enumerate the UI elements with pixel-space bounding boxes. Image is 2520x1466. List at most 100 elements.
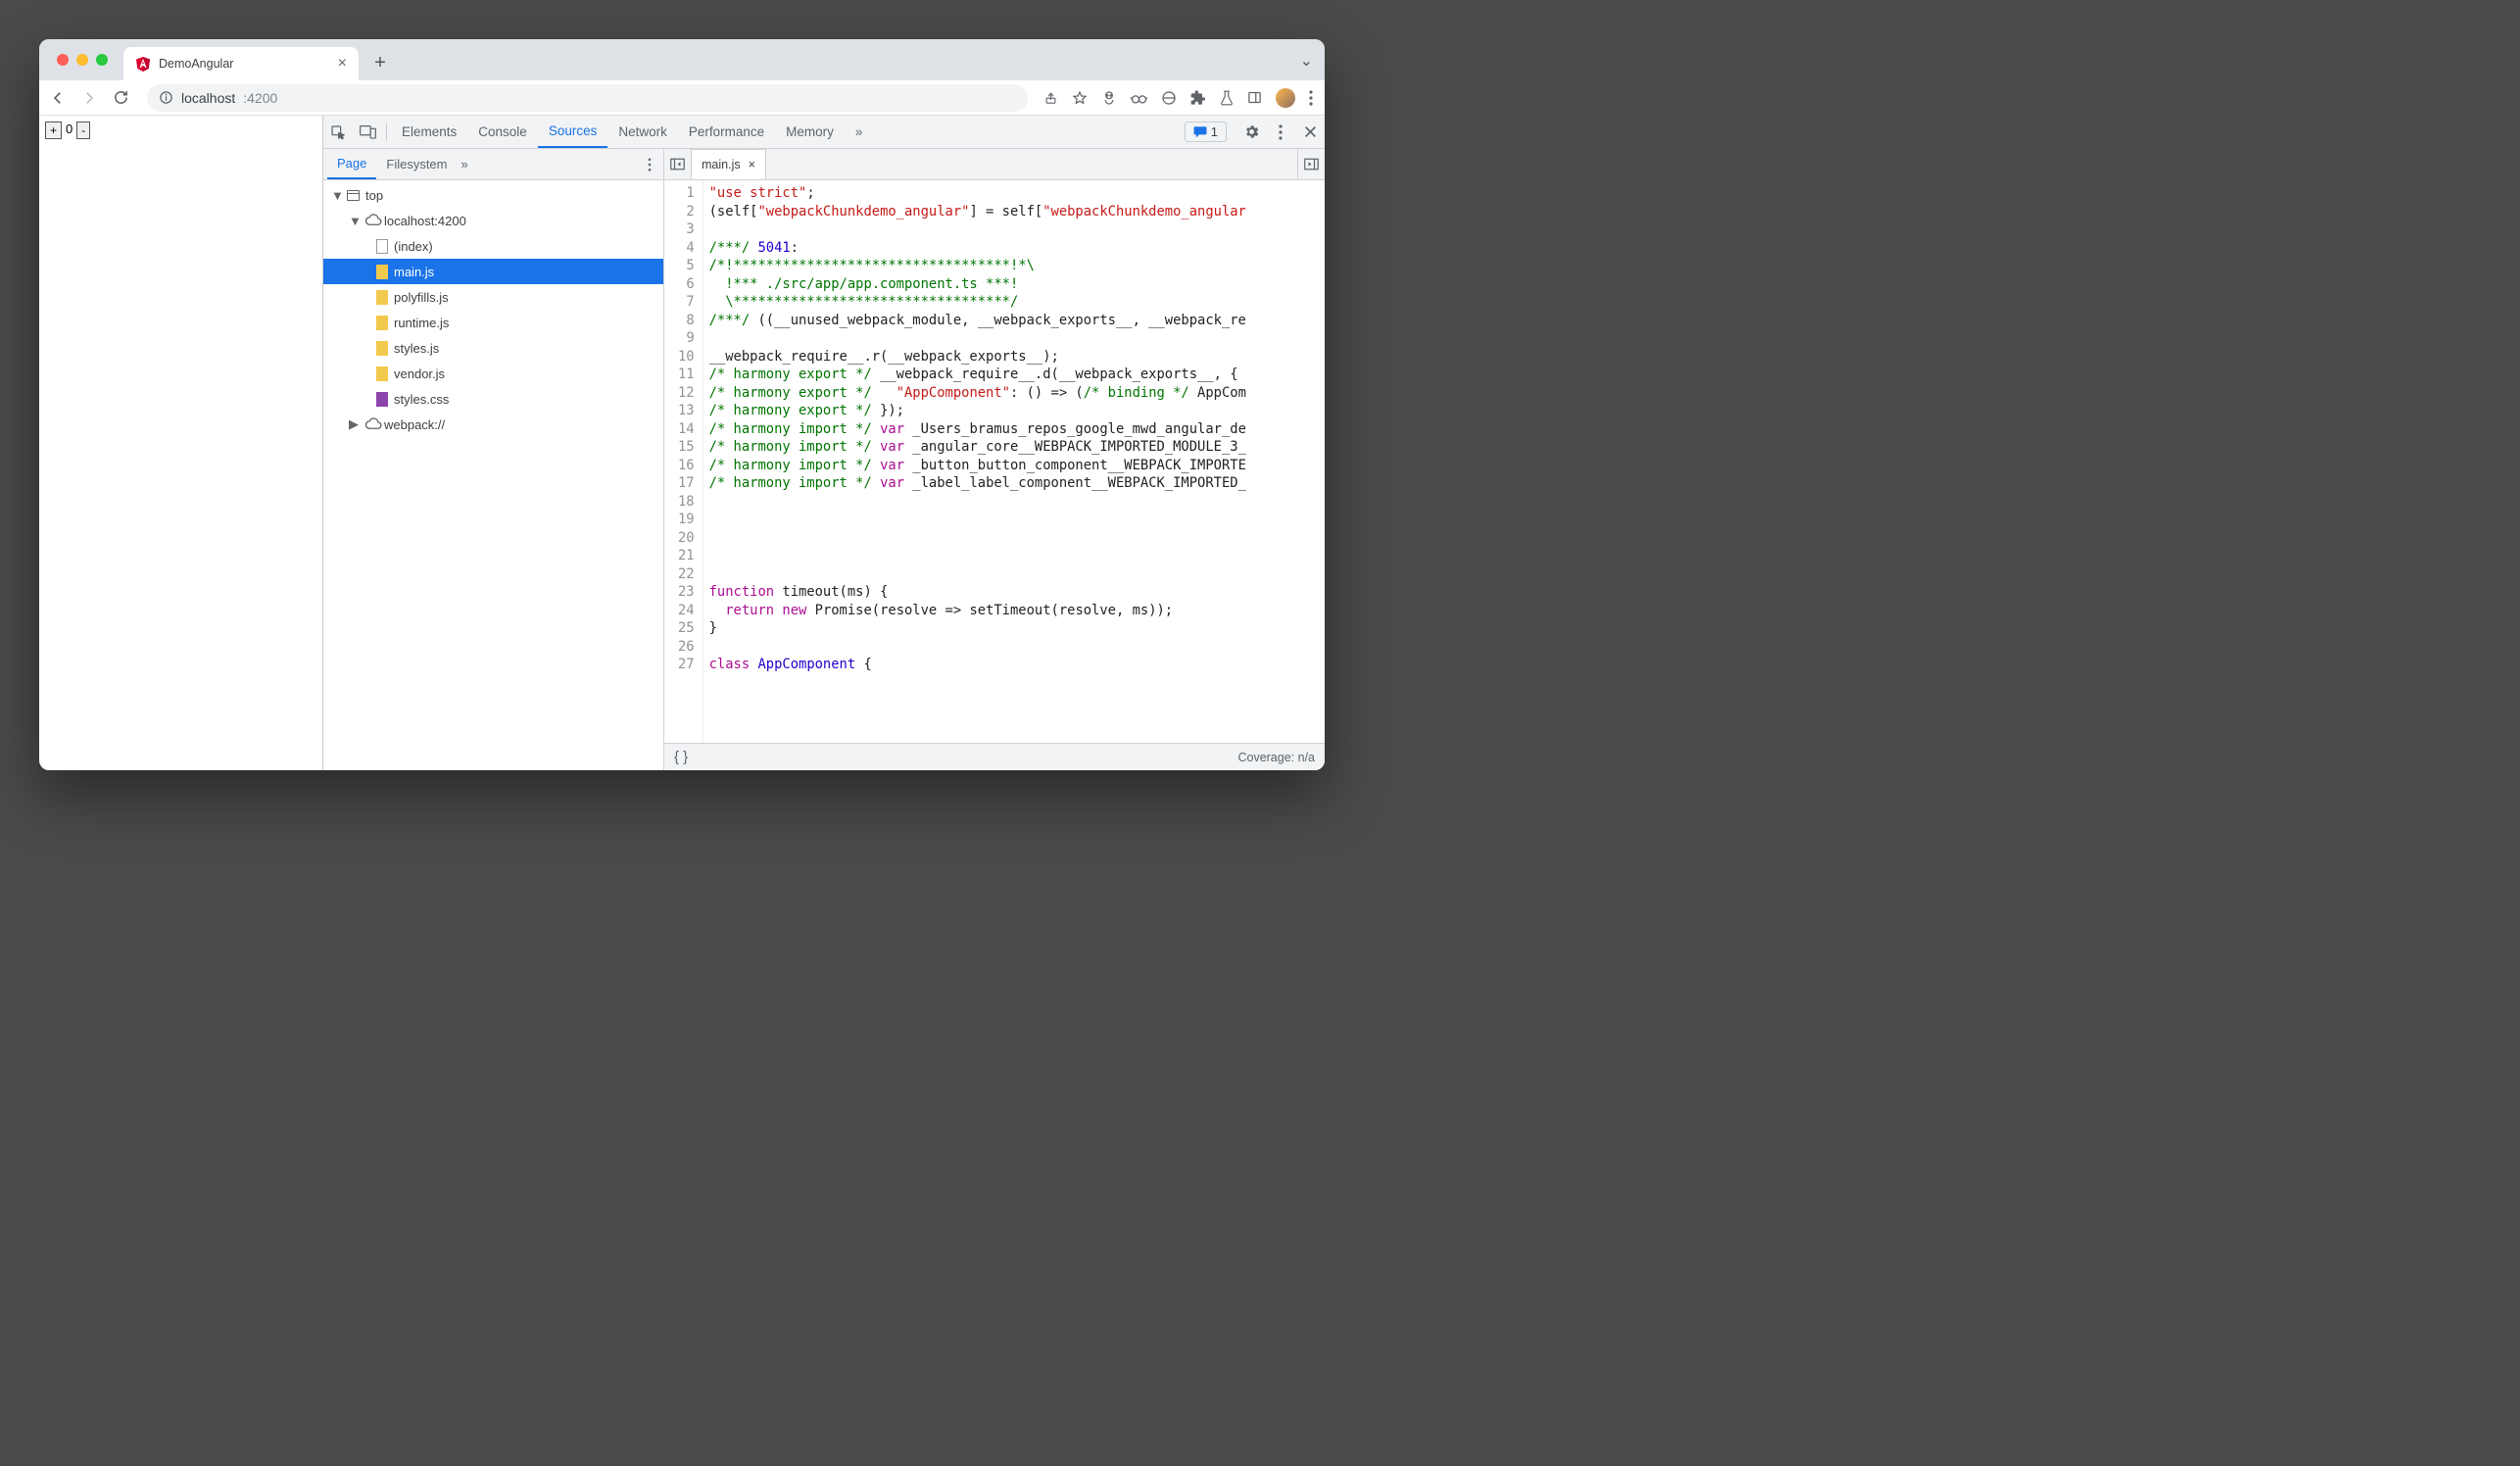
share-icon[interactable] <box>1043 90 1058 105</box>
tab-elements[interactable]: Elements <box>391 116 467 148</box>
separator <box>386 123 387 141</box>
tab-network[interactable]: Network <box>607 116 678 148</box>
url-port: :4200 <box>243 90 277 106</box>
issues-button[interactable]: 1 <box>1185 122 1227 142</box>
tree-file-main[interactable]: main.js <box>323 259 663 284</box>
editor-panel: main.js × 1 2 3 4 5 6 7 8 9 10 11 12 13 … <box>664 149 1325 770</box>
cloud-icon <box>364 213 378 228</box>
counter-value: 0 <box>64 122 74 136</box>
forward-button[interactable] <box>78 89 100 107</box>
file-tree: ▼ top ▼ localhost:4200 (index) <box>323 180 663 770</box>
maximize-window-button[interactable] <box>96 54 108 66</box>
inspect-element-icon[interactable] <box>323 116 353 148</box>
nav-tab-page[interactable]: Page <box>327 149 376 179</box>
tree-top[interactable]: ▼ top <box>323 182 663 208</box>
browser-menu-icon[interactable] <box>1309 90 1313 106</box>
js-file-icon <box>376 366 388 381</box>
tree-label: (index) <box>394 239 433 254</box>
js-file-icon <box>376 265 388 279</box>
code-editor[interactable]: 1 2 3 4 5 6 7 8 9 10 11 12 13 14 15 16 1… <box>664 180 1325 743</box>
devtools-menu-icon[interactable] <box>1266 116 1295 148</box>
angular-icon <box>135 56 151 72</box>
tab-console[interactable]: Console <box>467 116 538 148</box>
tree-file-runtime[interactable]: runtime.js <box>323 310 663 335</box>
sources-body: Page Filesystem » ▼ top <box>323 149 1325 770</box>
tab-sources[interactable]: Sources <box>538 116 608 148</box>
close-tab-icon[interactable]: × <box>338 55 347 73</box>
frame-icon <box>347 190 360 201</box>
collapse-navigator-icon[interactable] <box>664 149 692 179</box>
navigator-panel: Page Filesystem » ▼ top <box>323 149 664 770</box>
close-editor-tab-icon[interactable]: × <box>749 158 755 171</box>
tree-webpack[interactable]: ▶ webpack:// <box>323 412 663 437</box>
tab-performance[interactable]: Performance <box>678 116 775 148</box>
tree-file-index[interactable]: (index) <box>323 233 663 259</box>
tree-label: vendor.js <box>394 366 445 381</box>
navigator-tabs: Page Filesystem » <box>323 149 663 180</box>
issues-icon <box>1193 125 1207 138</box>
editor-footer: { } Coverage: n/a <box>664 743 1325 770</box>
tab-overflow-icon[interactable]: ⌄ <box>1300 51 1313 71</box>
browser-toolbar: localhost :4200 <box>39 80 1325 116</box>
nav-tabs-overflow-icon[interactable]: » <box>461 157 468 171</box>
browser-window: DemoAngular × + ⌄ localhost :4200 <box>39 39 1325 770</box>
tab-memory[interactable]: Memory <box>775 116 845 148</box>
tree-label: top <box>365 188 383 203</box>
tab-bar: DemoAngular × + ⌄ <box>39 39 1325 80</box>
window-controls <box>51 39 120 80</box>
side-panel-icon[interactable] <box>1247 90 1262 105</box>
coverage-status: Coverage: n/a <box>1237 751 1315 764</box>
devtools-panel: Elements Console Sources Network Perform… <box>323 116 1325 770</box>
url-host: localhost <box>181 90 235 106</box>
navigator-menu-icon[interactable] <box>640 158 659 171</box>
tree-label: runtime.js <box>394 316 449 330</box>
tree-label: localhost:4200 <box>384 214 466 228</box>
pretty-print-icon[interactable]: { } <box>674 749 688 765</box>
line-gutter: 1 2 3 4 5 6 7 8 9 10 11 12 13 14 15 16 1… <box>664 180 703 743</box>
tree-host[interactable]: ▼ localhost:4200 <box>323 208 663 233</box>
js-file-icon <box>376 341 388 356</box>
address-bar[interactable]: localhost :4200 <box>147 84 1028 112</box>
device-toolbar-icon[interactable] <box>353 116 382 148</box>
tree-file-polyfills[interactable]: polyfills.js <box>323 284 663 310</box>
css-file-icon <box>376 392 388 407</box>
devtools-settings-icon[interactable] <box>1236 116 1266 148</box>
profile-avatar[interactable] <box>1276 88 1295 108</box>
tree-file-styles-js[interactable]: styles.js <box>323 335 663 361</box>
new-tab-button[interactable]: + <box>366 49 394 76</box>
file-icon <box>376 239 388 254</box>
editor-tab-main[interactable]: main.js × <box>692 149 766 179</box>
devtools-toolbar: Elements Console Sources Network Perform… <box>323 116 1325 149</box>
extension-icon-2[interactable] <box>1131 91 1147 105</box>
minimize-window-button[interactable] <box>76 54 88 66</box>
bookmark-star-icon[interactable] <box>1072 90 1088 106</box>
site-info-icon[interactable] <box>159 90 173 105</box>
extension-icon-1[interactable] <box>1101 90 1117 106</box>
devtools-close-icon[interactable] <box>1295 116 1325 148</box>
js-file-icon <box>376 290 388 305</box>
labs-icon[interactable] <box>1220 90 1234 106</box>
close-window-button[interactable] <box>57 54 69 66</box>
back-button[interactable] <box>47 89 69 107</box>
extension-icon-3[interactable] <box>1161 90 1177 106</box>
editor-tab-label: main.js <box>702 158 741 171</box>
page-content: + 0 - <box>39 116 323 770</box>
browser-tab[interactable]: DemoAngular × <box>123 47 359 80</box>
nav-tab-filesystem[interactable]: Filesystem <box>376 149 457 179</box>
tree-label: webpack:// <box>384 417 445 432</box>
tree-file-styles-css[interactable]: styles.css <box>323 386 663 412</box>
toolbar-actions <box>1043 88 1317 108</box>
js-file-icon <box>376 316 388 330</box>
tree-label: main.js <box>394 265 434 279</box>
tree-file-vendor[interactable]: vendor.js <box>323 361 663 386</box>
tabs-overflow-icon[interactable]: » <box>845 116 874 148</box>
extensions-icon[interactable] <box>1190 90 1206 106</box>
cloud-icon <box>364 416 378 432</box>
decrement-button[interactable]: - <box>76 122 90 139</box>
increment-button[interactable]: + <box>45 122 62 139</box>
reload-button[interactable] <box>110 89 131 106</box>
code-content: "use strict"; (self["webpackChunkdemo_an… <box>703 180 1246 743</box>
expand-debugger-icon[interactable] <box>1297 149 1325 179</box>
tree-label: styles.js <box>394 341 439 356</box>
editor-tabs: main.js × <box>664 149 1325 180</box>
